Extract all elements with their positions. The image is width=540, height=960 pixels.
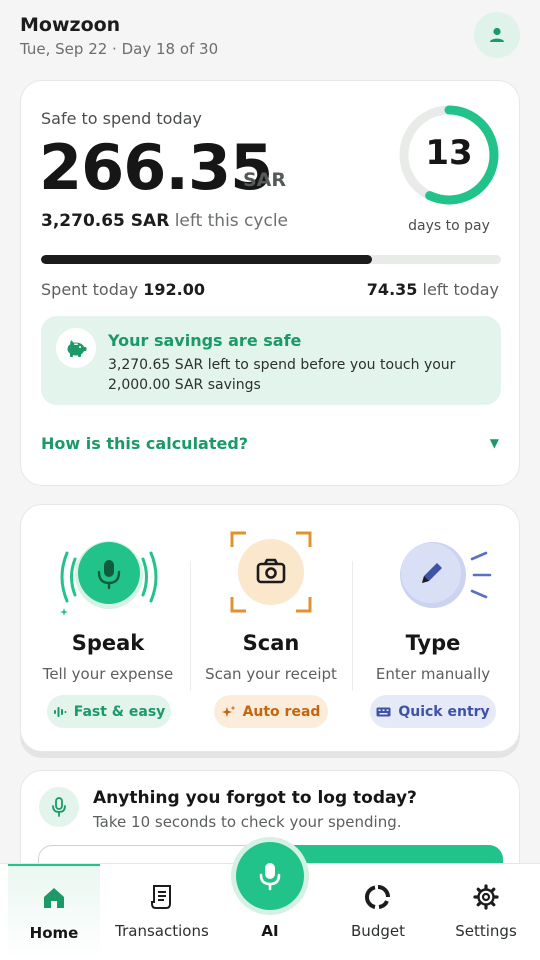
- type-pill: Quick entry: [370, 695, 496, 728]
- safe-label: Safe to spend today: [41, 109, 202, 128]
- speak-pill-label: Fast & easy: [73, 703, 166, 720]
- piggy-bank-icon: [67, 340, 87, 357]
- scan-pill: Auto read: [214, 695, 328, 728]
- forgot-mic-badge: [39, 787, 79, 827]
- nav-budget[interactable]: Budget: [324, 864, 432, 959]
- microphone-icon: [259, 863, 281, 891]
- donut-chart-icon: [365, 885, 390, 909]
- scan-action[interactable]: Scan Scan your receipt Auto read: [190, 505, 352, 753]
- nav-transactions[interactable]: Transactions: [108, 864, 216, 959]
- left-value: 74.35: [366, 280, 418, 299]
- cycle-suffix: left this cycle: [174, 211, 289, 231]
- spent-label: Spent today: [41, 280, 139, 299]
- cycle-amount: 3,270.65 SAR: [41, 211, 170, 231]
- scan-pill-label: Auto read: [242, 703, 321, 720]
- speak-pill: Fast & easy: [47, 695, 171, 728]
- gear-icon: [473, 884, 499, 910]
- date-subtitle: Tue, Sep 22 · Day 18 of 30: [20, 40, 219, 58]
- microphone-icon: [52, 797, 66, 817]
- nav-transactions-label: Transactions: [115, 922, 209, 940]
- ai-mic-button[interactable]: [236, 842, 304, 910]
- spent-value: 192.00: [143, 280, 205, 299]
- days-to-pay-caption: days to pay: [408, 218, 490, 234]
- scan-title: Scan: [242, 631, 300, 655]
- cycle-remaining: 3,270.65 SAR left this cycle: [41, 211, 288, 231]
- speak-title: Speak: [71, 631, 145, 655]
- camera-icon: [230, 531, 312, 613]
- app-title: Mowzoon: [20, 14, 121, 36]
- quick-actions-card: Speak Tell your expense Fast & easy Scan…: [20, 504, 520, 752]
- sparkle-icon: [221, 705, 236, 717]
- nav-home[interactable]: Home: [8, 864, 100, 959]
- speak-action[interactable]: Speak Tell your expense Fast & easy: [27, 505, 189, 753]
- savings-title: Your savings are safe: [108, 331, 302, 350]
- receipt-icon: [151, 885, 171, 909]
- microphone-icon: [60, 541, 158, 616]
- safe-amount: 266.35: [39, 131, 273, 204]
- forgot-subtitle: Take 10 seconds to check your spending.: [93, 813, 402, 831]
- nav-budget-label: Budget: [351, 922, 405, 940]
- chevron-down-icon[interactable]: ▼: [490, 436, 499, 450]
- app-header: Mowzoon Tue, Sep 22 · Day 18 of 30: [20, 12, 520, 62]
- profile-button[interactable]: [474, 12, 520, 58]
- forgot-title: Anything you forgot to log today?: [93, 788, 417, 808]
- safe-to-spend-card: Safe to spend today 266.35 SAR 3,270.65 …: [20, 80, 520, 486]
- how-calculated-link[interactable]: How is this calculated?: [41, 434, 248, 453]
- nav-home-label: Home: [29, 924, 79, 942]
- user-icon: [490, 27, 504, 42]
- type-action[interactable]: Type Enter manually Quick entry: [352, 505, 514, 753]
- keyboard-icon: [376, 707, 391, 716]
- left-label: left today: [422, 280, 500, 299]
- home-icon: [44, 888, 64, 908]
- spent-today: Spent today 192.00: [41, 280, 205, 299]
- pencil-icon: [400, 542, 492, 608]
- days-to-pay-number: 13: [425, 133, 473, 173]
- type-title: Type: [405, 631, 461, 655]
- nav-settings-label: Settings: [455, 922, 517, 940]
- safe-currency: SAR: [243, 169, 287, 191]
- piggy-bank-badge: [56, 328, 96, 368]
- type-pill-label: Quick entry: [398, 703, 490, 720]
- type-subtitle: Enter manually: [375, 665, 491, 683]
- left-today: 74.35 left today: [367, 280, 499, 299]
- scan-subtitle: Scan your receipt: [205, 665, 337, 683]
- savings-notice: Your savings are safe 3,270.65 SAR left …: [41, 316, 501, 405]
- nav-ai-label: AI: [261, 922, 279, 940]
- savings-text: 3,270.65 SAR left to spend before you to…: [108, 357, 456, 393]
- speak-subtitle: Tell your expense: [42, 665, 174, 683]
- spent-progress-fill: [41, 255, 373, 264]
- spent-progress-bar: [41, 255, 501, 264]
- nav-settings[interactable]: Settings: [432, 864, 540, 959]
- waveform-icon: [53, 706, 67, 717]
